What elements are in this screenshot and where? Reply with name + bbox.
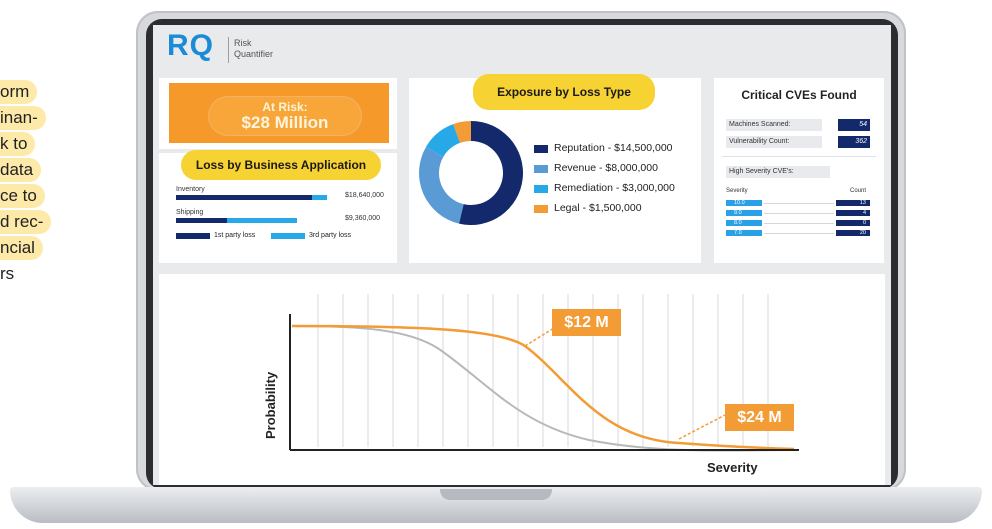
legend-swatch-revenue — [534, 165, 548, 173]
at-risk-banner: At Risk: $28 Million — [169, 83, 389, 143]
legend-swatch-third-party — [271, 233, 305, 239]
severity-curve-card: $12 M $24 M Probability Severity — [159, 274, 885, 485]
legend-swatch-first-party — [176, 233, 210, 239]
severity-cell: 10.0 — [726, 200, 762, 206]
loss-by-application-card: Loss by Business Application Inventory $… — [159, 150, 397, 263]
legend-label-reputation: Reputation - $14,500,000 — [554, 142, 673, 154]
count-cell: 13 — [836, 200, 870, 206]
severity-cell: 8.0 — [726, 220, 762, 226]
row-line — [764, 213, 834, 214]
loss-by-application-title: Loss by Business Application — [181, 150, 381, 180]
severity-column-header: Severity — [726, 188, 748, 194]
x-axis-label: Severity — [707, 460, 758, 475]
laptop-notch — [440, 489, 552, 500]
row-line — [764, 203, 834, 204]
donut-slice-revenue[interactable] — [419, 147, 464, 224]
bar-inventory[interactable] — [176, 195, 346, 200]
logo-divider — [228, 37, 229, 63]
bar-shipping-third-party — [227, 218, 297, 223]
count-cell: 0 — [836, 220, 870, 226]
cves-divider — [722, 156, 876, 157]
bar-shipping[interactable] — [176, 218, 346, 223]
legend-swatch-legal — [534, 205, 548, 213]
row-line — [764, 233, 834, 234]
row-line — [764, 223, 834, 224]
logo-subtitle-line2: Quantifier — [234, 49, 274, 59]
at-risk-label: At Risk: — [262, 100, 308, 114]
side-text-line: orm — [0, 80, 38, 104]
cves-title: Critical CVEs Found — [741, 88, 857, 102]
callout-leader-1 — [524, 327, 555, 347]
callout-12m: $12 M — [552, 309, 621, 336]
bar-label-shipping: Shipping — [176, 209, 204, 216]
bar-value-shipping: $9,360,000 — [345, 215, 381, 222]
machines-scanned-value: 54 — [838, 119, 870, 131]
exposure-donut-chart — [419, 121, 523, 225]
legend-swatch-remediation — [534, 185, 548, 193]
vulnerability-count-label: Vulnerability Count: — [726, 136, 822, 148]
at-risk-value: $28 Million — [241, 113, 329, 132]
bar-inventory-first-party — [176, 195, 312, 200]
machines-scanned-label: Machines Scanned: — [726, 119, 822, 131]
count-column-header: Count — [850, 188, 867, 194]
critical-cves-card: Critical CVEs Found Machines Scanned: 54… — [714, 78, 884, 263]
side-text-line: k to — [0, 132, 36, 156]
bar-shipping-first-party — [176, 218, 227, 223]
severity-cell: 9.0 — [726, 210, 762, 216]
severity-cell: 7.0 — [726, 230, 762, 236]
side-text-line: d rec- — [0, 210, 52, 234]
at-risk-card: At Risk: $28 Million — [159, 78, 397, 149]
logo-subtitle: Risk Quantifier — [234, 38, 294, 60]
legend-label-revenue: Revenue - $8,000,000 — [554, 162, 658, 174]
logo-subtitle-line1: Risk — [234, 38, 252, 48]
y-axis-label: Probability — [263, 371, 278, 439]
exposure-title: Exposure by Loss Type — [473, 74, 655, 110]
legend-label-first-party: 1st party loss — [214, 232, 256, 239]
side-text-line: data — [0, 158, 42, 182]
vulnerability-count-value: 362 — [838, 136, 870, 148]
exposure-card: Exposure by Loss Type Reputation - $14,5… — [409, 74, 701, 263]
dashboard-screen: RQ Risk Quantifier At Risk: $28 Million … — [153, 25, 891, 485]
legend-label-third-party: 3rd party loss — [309, 232, 352, 239]
at-risk-pill: At Risk: $28 Million — [209, 97, 361, 135]
callout-24m: $24 M — [725, 404, 794, 431]
count-cell: 20 — [836, 230, 870, 236]
legend-swatch-reputation — [534, 145, 548, 153]
legend-label-legal: Legal - $1,500,000 — [554, 202, 642, 214]
count-cell: 4 — [836, 210, 870, 216]
rq-logo: RQ — [167, 29, 214, 62]
high-severity-label: High Severity CVE's: — [726, 166, 830, 178]
side-text-line: ce to — [0, 184, 45, 208]
bar-label-inventory: Inventory — [176, 186, 205, 193]
bar-inventory-third-party — [312, 195, 328, 200]
side-text-line: inan- — [0, 106, 46, 130]
bar-value-inventory: $18,640,000 — [345, 192, 384, 199]
side-text-line: rs — [0, 264, 15, 283]
side-text-line: ncial — [0, 236, 43, 260]
legend-label-remediation: Remediation - $3,000,000 — [554, 182, 675, 194]
